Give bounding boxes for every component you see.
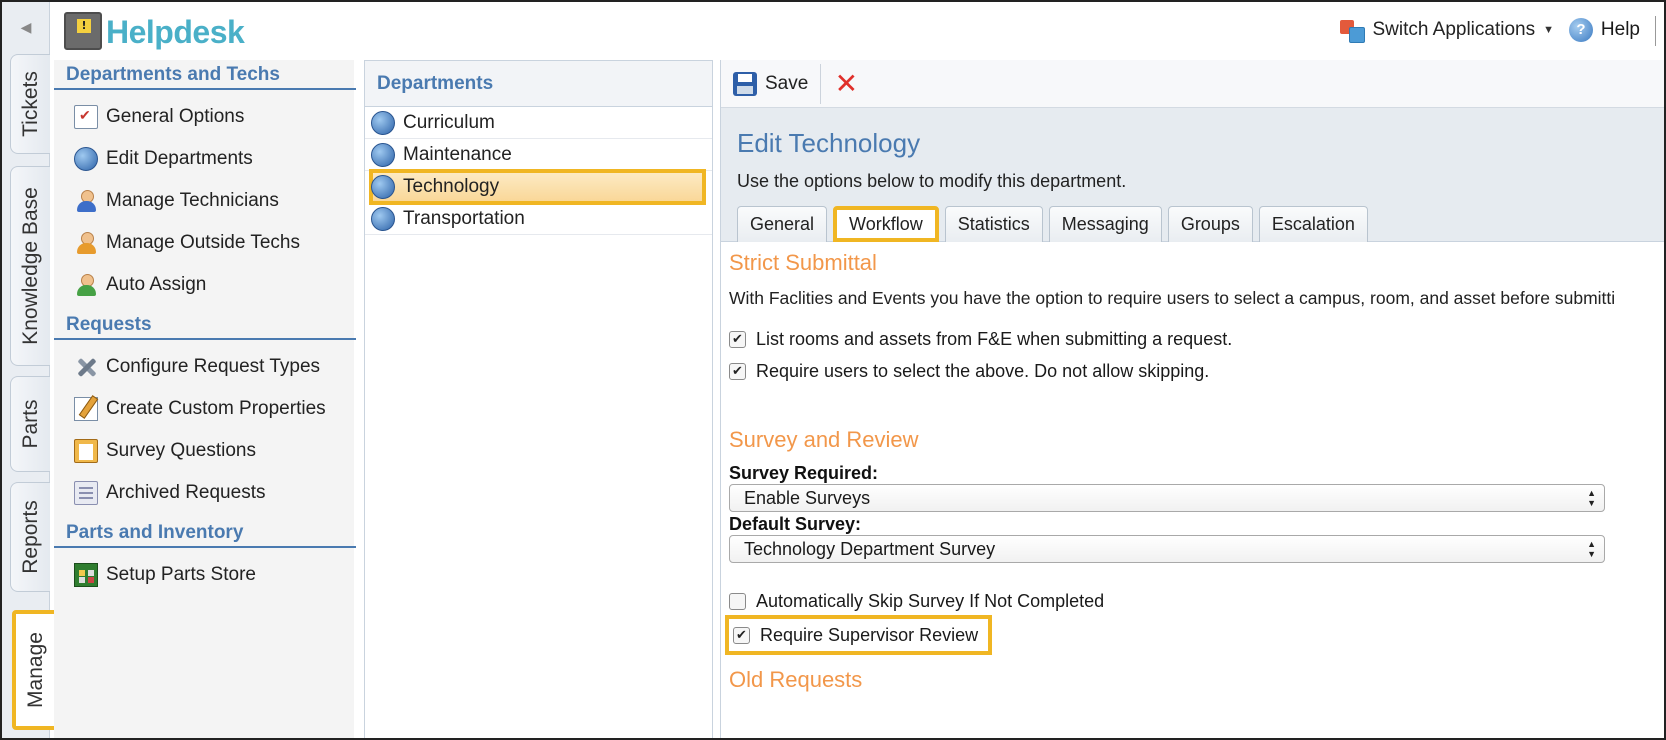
page-title: Edit Technology: [737, 128, 921, 158]
archive-icon: [74, 481, 98, 505]
require-supervisor-review-option[interactable]: ✔ Require Supervisor Review: [724, 615, 993, 655]
default-survey-label: Default Survey:: [729, 514, 862, 534]
tab-escalation[interactable]: Escalation: [1258, 206, 1368, 242]
vtab-reports[interactable]: Reports: [10, 482, 50, 592]
nav-manage-technicians[interactable]: Manage Technicians: [54, 180, 354, 222]
person-icon: [74, 189, 98, 213]
app-window: ◀ Tickets Knowledge Base Parts Reports M…: [0, 0, 1666, 740]
tools-icon: [74, 355, 98, 379]
default-survey-select[interactable]: Technology Department Survey ▲ ▼: [729, 535, 1605, 563]
list-rooms-option[interactable]: ✔ List rooms and assets from F&E when su…: [729, 323, 1664, 355]
section-title-parts-inventory: Parts and Inventory: [54, 518, 356, 548]
vtab-parts[interactable]: Parts: [10, 376, 50, 472]
nav-create-custom-properties[interactable]: Create Custom Properties: [54, 388, 354, 430]
nav-manage-outside-techs[interactable]: Manage Outside Techs: [54, 222, 354, 264]
auto-skip-survey-checkbox[interactable]: [729, 592, 746, 610]
vtab-manage[interactable]: Manage: [12, 610, 60, 730]
strict-submittal-heading: Strict Submittal: [729, 250, 877, 275]
auto-assign-person-icon: [74, 273, 98, 297]
department-row-maintenance[interactable]: Maintenance: [365, 139, 712, 171]
globe-icon: [371, 110, 395, 135]
department-tabs: General Workflow Statistics Messaging Gr…: [737, 206, 1368, 242]
switch-applications-menu[interactable]: Switch Applications ▼: [1340, 18, 1554, 43]
nav-survey-questions[interactable]: Survey Questions: [54, 430, 354, 472]
globe-icon: [371, 174, 395, 199]
tab-messaging[interactable]: Messaging: [1048, 206, 1162, 242]
select-arrows-icon: ▲ ▼: [1587, 488, 1596, 508]
app-header: Helpdesk Switch Applications ▼ ? Help: [50, 2, 1664, 60]
old-requests-heading: Old Requests: [729, 667, 863, 692]
switch-apps-icon: [1340, 18, 1366, 43]
tab-workflow[interactable]: Workflow: [833, 206, 939, 242]
nav-setup-parts-store[interactable]: Setup Parts Store: [54, 554, 354, 596]
help-icon: ?: [1568, 18, 1593, 42]
department-row-transportation[interactable]: Transportation: [365, 203, 712, 235]
left-navigation: Departments and Techs General Options Ed…: [54, 60, 356, 738]
list-rooms-checkbox[interactable]: ✔: [729, 330, 746, 348]
globe-icon: [371, 206, 395, 231]
nav-auto-assign[interactable]: Auto Assign: [54, 264, 354, 306]
header-divider: [1655, 16, 1656, 46]
outside-person-icon: [74, 231, 98, 255]
auto-skip-survey-option[interactable]: Automatically Skip Survey If Not Complet…: [729, 585, 1664, 617]
require-select-option[interactable]: ✔ Require users to select the above. Do …: [729, 355, 1664, 387]
tab-statistics[interactable]: Statistics: [944, 206, 1043, 242]
survey-review-heading: Survey and Review: [729, 427, 919, 452]
survey-required-label: Survey Required:: [729, 463, 879, 483]
workflow-content: Strict Submittal With Faclities and Even…: [721, 242, 1664, 693]
floppy-disk-icon: [733, 71, 757, 96]
helpdesk-logo-icon: [64, 12, 102, 50]
nav-general-options[interactable]: General Options: [54, 96, 354, 138]
collapse-arrow-icon[interactable]: ◀: [2, 2, 50, 54]
require-select-checkbox[interactable]: ✔: [729, 362, 746, 380]
require-supervisor-review-checkbox[interactable]: ✔: [733, 626, 750, 644]
switch-apps-label: Switch Applications: [1372, 19, 1536, 40]
vertical-tab-strip: ◀ Tickets Knowledge Base Parts Reports M…: [2, 2, 60, 738]
section-title-departments-techs: Departments and Techs: [54, 60, 356, 90]
nav-configure-request-types[interactable]: Configure Request Types: [54, 346, 354, 388]
help-label: Help: [1600, 19, 1640, 40]
page-subtitle: Use the options below to modify this dep…: [737, 171, 1127, 191]
help-link[interactable]: ? Help: [1568, 18, 1640, 42]
survey-required-select[interactable]: Enable Surveys ▲ ▼: [729, 484, 1605, 512]
select-arrows-icon: ▲ ▼: [1587, 539, 1596, 559]
save-button[interactable]: Save: [733, 63, 822, 104]
edit-department-panel: Save ✕ Edit Technology Use the options b…: [720, 60, 1664, 738]
section-title-requests: Requests: [54, 310, 356, 340]
departments-panel: Departments Curriculum Maintenance Techn…: [364, 60, 713, 738]
vtab-tickets[interactable]: Tickets: [10, 54, 50, 154]
nav-edit-departments[interactable]: Edit Departments: [54, 138, 354, 180]
tab-groups[interactable]: Groups: [1167, 206, 1253, 242]
supervisor-review-row: ✔ Require Supervisor Review: [724, 615, 1664, 655]
pencil-icon: [74, 397, 98, 421]
chevron-down-icon: ▼: [1543, 24, 1554, 36]
department-row-curriculum[interactable]: Curriculum: [365, 107, 712, 139]
globe-icon: [74, 147, 98, 171]
tab-general[interactable]: General: [737, 206, 828, 242]
app-title: Helpdesk: [106, 14, 245, 50]
departments-header: Departments: [365, 61, 712, 107]
department-row-technology[interactable]: Technology: [369, 169, 706, 205]
globe-icon: [371, 142, 395, 167]
vtab-knowledge-base[interactable]: Knowledge Base: [10, 166, 50, 366]
toolbar: Save ✕: [721, 60, 1664, 108]
circuit-board-icon: [74, 563, 98, 587]
clipboard-icon: [74, 439, 98, 463]
delete-x-icon[interactable]: ✕: [829, 64, 863, 104]
nav-archived-requests[interactable]: Archived Requests: [54, 472, 354, 514]
edit-header: Edit Technology Use the options below to…: [721, 108, 1664, 242]
strict-submittal-description: With Faclities and Events you have the o…: [729, 288, 1616, 308]
checklist-icon: [74, 105, 98, 129]
